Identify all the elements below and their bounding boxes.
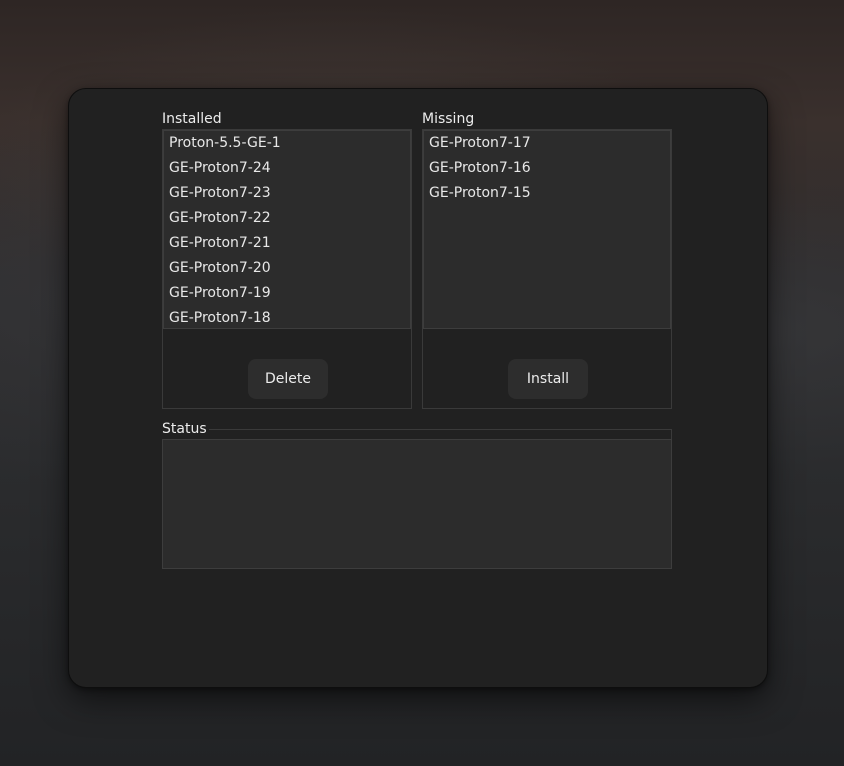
list-item[interactable]: GE-Proton7-21 <box>164 231 410 256</box>
list-item[interactable]: GE-Proton7-20 <box>164 256 410 281</box>
delete-button[interactable]: Delete <box>248 359 328 399</box>
status-group-label: Status <box>162 420 209 438</box>
missing-list[interactable]: GE-Proton7-17 GE-Proton7-16 GE-Proton7-1… <box>423 130 671 329</box>
install-button[interactable]: Install <box>508 359 588 399</box>
list-item[interactable]: GE-Proton7-19 <box>164 281 410 306</box>
list-item[interactable]: GE-Proton7-17 <box>424 131 670 156</box>
installed-group-label: Installed <box>162 110 224 128</box>
app-window: Installed Proton-5.5-GE-1 GE-Proton7-24 … <box>68 88 768 688</box>
status-output[interactable] <box>162 439 672 569</box>
missing-group-label: Missing <box>422 110 477 128</box>
list-item[interactable]: GE-Proton7-23 <box>164 181 410 206</box>
list-item[interactable]: GE-Proton7-22 <box>164 206 410 231</box>
list-item[interactable]: GE-Proton7-16 <box>424 156 670 181</box>
list-item[interactable]: GE-Proton7-18 <box>164 306 410 328</box>
list-item[interactable]: GE-Proton7-15 <box>424 181 670 206</box>
list-item[interactable]: GE-Proton7-24 <box>164 156 410 181</box>
list-item[interactable]: Proton-5.5-GE-1 <box>164 131 410 156</box>
installed-list[interactable]: Proton-5.5-GE-1 GE-Proton7-24 GE-Proton7… <box>163 130 411 329</box>
status-group-rule <box>162 429 672 439</box>
